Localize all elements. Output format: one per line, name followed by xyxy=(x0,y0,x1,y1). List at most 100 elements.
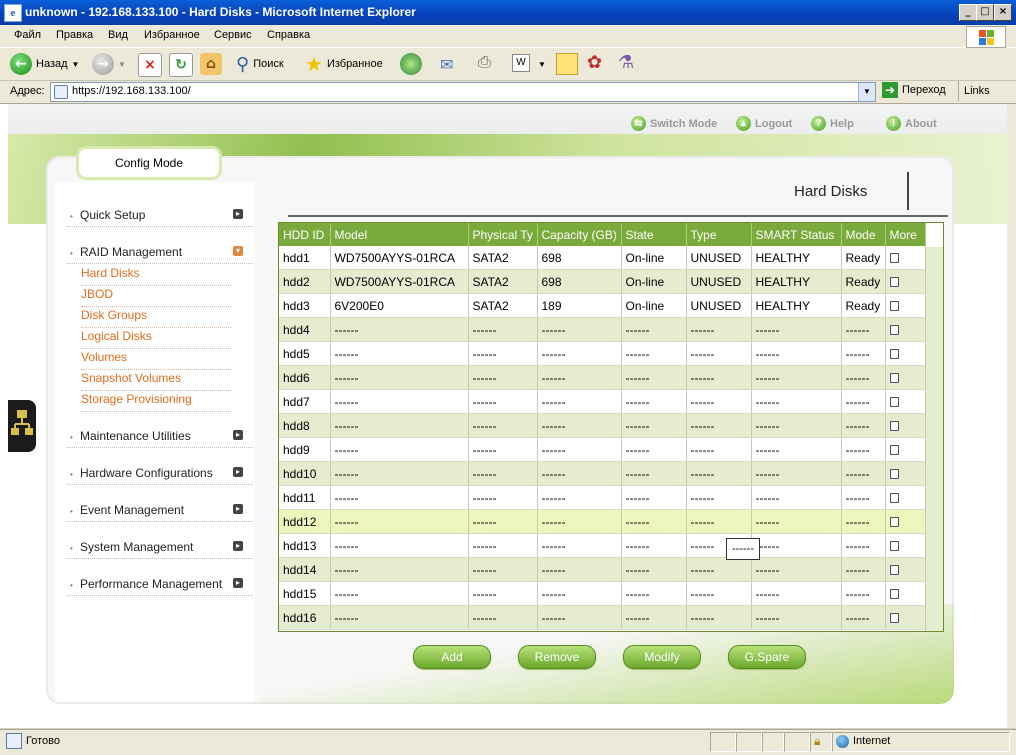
more-cell[interactable] xyxy=(885,365,926,390)
sidebar-item-raid-management[interactable]: • RAID Management ▾ xyxy=(67,243,253,264)
page-scrollbar[interactable] xyxy=(1007,104,1016,728)
gspare-button[interactable]: G.Spare xyxy=(728,645,806,669)
document-icon[interactable] xyxy=(889,492,899,503)
table-row[interactable]: hdd11 ------ ------ ------ ------ ------ -----… xyxy=(279,485,926,510)
address-input[interactable]: https://192.168.133.100/ ▼ xyxy=(50,82,876,102)
about-link[interactable]: ! About xyxy=(886,116,937,131)
more-cell[interactable] xyxy=(885,605,926,630)
document-icon[interactable] xyxy=(889,348,899,359)
expand-icon[interactable]: ▸ xyxy=(233,504,243,514)
favorites-button[interactable]: ★ Избранное xyxy=(305,52,383,76)
document-icon[interactable] xyxy=(889,276,899,287)
more-cell[interactable] xyxy=(885,557,926,582)
sidebar-subitem-jbod[interactable]: JBOD xyxy=(81,287,231,307)
more-cell[interactable] xyxy=(885,581,926,606)
column-header[interactable]: Capacity (GB) xyxy=(537,223,622,246)
stop-icon[interactable]: × xyxy=(138,53,162,77)
sidebar-item-hardware-configurations[interactable]: • Hardware Configurations ▸ xyxy=(67,464,253,485)
sidebar-item-event-management[interactable]: • Event Management ▸ xyxy=(67,501,253,522)
document-icon[interactable] xyxy=(889,564,899,575)
sidebar-subitem-volumes[interactable]: Volumes xyxy=(81,350,231,370)
minimize-button[interactable]: _ xyxy=(959,4,977,21)
menu-view[interactable]: Вид xyxy=(108,29,128,41)
address-dropdown-icon[interactable]: ▼ xyxy=(858,83,875,101)
table-row[interactable]: hdd5 ------ ------ ------ ------ ------ ------… xyxy=(279,341,926,366)
more-cell[interactable] xyxy=(885,293,926,318)
table-row[interactable]: hdd9 ------ ------ ------ ------ ------ ------… xyxy=(279,437,926,462)
table-row[interactable]: hdd4 ------ ------ ------ ------ ------ ------… xyxy=(279,317,926,342)
search-button[interactable]: ⚲ Поиск xyxy=(236,52,284,76)
modify-button[interactable]: Modify xyxy=(623,645,701,669)
add-button[interactable]: Add xyxy=(413,645,491,669)
print-icon[interactable]: ⎙ xyxy=(478,54,491,72)
more-cell[interactable] xyxy=(885,341,926,366)
table-row[interactable]: hdd13 ------ ------ ------ ------ ------ -----… xyxy=(279,533,926,558)
expand-icon[interactable]: ▸ xyxy=(233,430,243,440)
expand-icon[interactable]: ▸ xyxy=(233,209,243,219)
menu-edit[interactable]: Правка xyxy=(56,29,93,41)
document-icon[interactable] xyxy=(889,372,899,383)
more-cell[interactable] xyxy=(885,485,926,510)
table-row[interactable]: hdd14 ------ ------ ------ ------ ------ -----… xyxy=(279,557,926,582)
document-icon[interactable] xyxy=(889,420,899,431)
sidebar-subitem-snapshot-volumes[interactable]: Snapshot Volumes xyxy=(81,371,231,391)
more-cell[interactable] xyxy=(885,413,926,438)
document-icon[interactable] xyxy=(889,252,899,263)
history-icon[interactable] xyxy=(400,53,422,75)
collapse-icon[interactable]: ▾ xyxy=(233,246,243,256)
menu-help[interactable]: Справка xyxy=(267,29,310,41)
network-icon[interactable] xyxy=(8,400,36,452)
research-icon[interactable]: ⚗ xyxy=(618,52,634,73)
document-icon[interactable] xyxy=(889,324,899,335)
more-cell[interactable] xyxy=(885,437,926,462)
home-icon[interactable]: ⌂ xyxy=(200,53,222,75)
edit-icon[interactable]: W xyxy=(512,54,530,72)
sidebar-subitem-disk-groups[interactable]: Disk Groups xyxy=(81,308,231,328)
column-header[interactable]: Mode xyxy=(841,223,886,246)
column-header[interactable]: HDD ID xyxy=(279,223,331,246)
more-cell[interactable] xyxy=(885,269,926,294)
more-cell[interactable] xyxy=(885,509,926,534)
document-icon[interactable] xyxy=(889,468,899,479)
go-button[interactable]: ➜ Переход xyxy=(882,82,946,98)
menu-favorites[interactable]: Избранное xyxy=(144,29,200,41)
table-row[interactable]: hdd6 ------ ------ ------ ------ ------ ------… xyxy=(279,365,926,390)
remove-button[interactable]: Remove xyxy=(518,645,596,669)
document-icon[interactable] xyxy=(889,612,899,623)
edit-dropdown-icon[interactable]: ▼ xyxy=(538,60,546,69)
sidebar-item-system-management[interactable]: • System Management ▸ xyxy=(67,538,253,559)
back-dropdown-icon[interactable]: ▼ xyxy=(72,60,80,69)
expand-icon[interactable]: ▸ xyxy=(233,541,243,551)
messenger-icon[interactable]: ✿ xyxy=(587,52,602,73)
table-row[interactable]: hdd16 ------ ------ ------ ------ ------ -----… xyxy=(279,605,926,630)
back-button[interactable]: ← Назад ▼ xyxy=(10,52,79,76)
more-cell[interactable] xyxy=(885,246,926,270)
column-header[interactable]: Type xyxy=(686,223,752,246)
table-row[interactable]: hdd8 ------ ------ ------ ------ ------ ------… xyxy=(279,413,926,438)
column-header[interactable]: More xyxy=(885,223,926,246)
links-button[interactable]: Links xyxy=(958,81,990,101)
menu-file[interactable]: Файл xyxy=(14,29,41,41)
more-cell[interactable] xyxy=(885,317,926,342)
switch-mode-link[interactable]: ⇆ Switch Mode xyxy=(631,116,717,131)
sidebar-item-performance-management[interactable]: • Performance Management ▸ xyxy=(67,575,253,596)
document-icon[interactable] xyxy=(889,588,899,599)
more-cell[interactable] xyxy=(885,389,926,414)
more-cell[interactable] xyxy=(885,533,926,558)
table-row[interactable]: hdd1 WD7500AYYS-01RCA SATA2 698 On-line UNUSE… xyxy=(279,246,926,270)
table-row[interactable]: hdd12 ------ ------ ------ ------ ------ -----… xyxy=(279,509,926,534)
sidebar-subitem-hard-disks[interactable]: Hard Disks xyxy=(81,266,231,286)
forward-dropdown-icon[interactable]: ▼ xyxy=(118,60,126,69)
document-icon[interactable] xyxy=(889,540,899,551)
sidebar-item-quick-setup[interactable]: • Quick Setup ▸ xyxy=(67,206,253,227)
document-icon[interactable] xyxy=(889,444,899,455)
document-icon[interactable] xyxy=(889,396,899,407)
document-icon[interactable] xyxy=(889,516,899,527)
sidebar-subitem-storage-provisioning[interactable]: Storage Provisioning xyxy=(81,392,231,412)
mail-icon[interactable]: ✉ xyxy=(440,55,453,75)
maximize-button[interactable]: □ xyxy=(976,4,994,21)
config-mode-tab[interactable]: Config Mode xyxy=(76,146,222,180)
refresh-icon[interactable]: ↻ xyxy=(169,53,193,77)
more-cell[interactable] xyxy=(885,461,926,486)
document-icon[interactable] xyxy=(889,300,899,311)
